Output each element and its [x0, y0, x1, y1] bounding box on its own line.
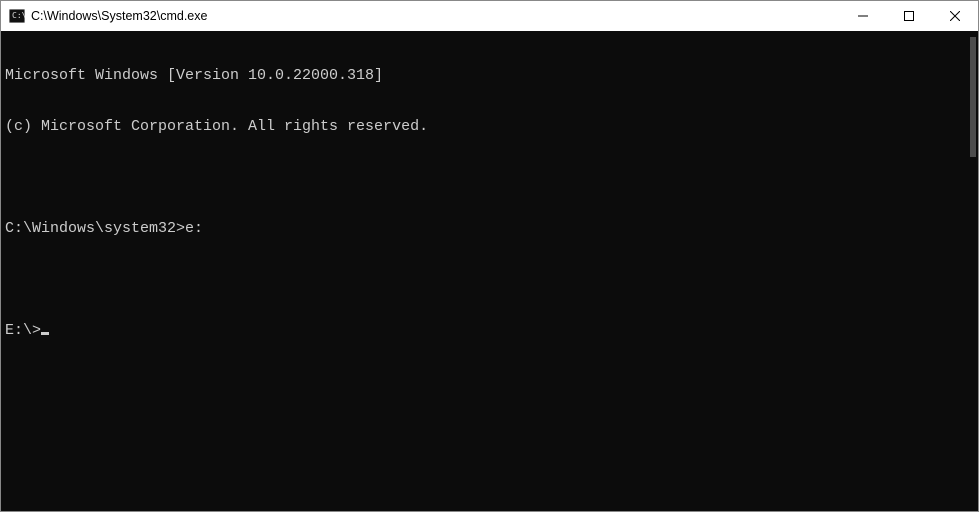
terminal-line: Microsoft Windows [Version 10.0.22000.31…: [5, 67, 960, 84]
window-title: C:\Windows\System32\cmd.exe: [31, 9, 207, 23]
vertical-scrollbar[interactable]: [964, 31, 978, 511]
minimize-button[interactable]: [840, 1, 886, 31]
cmd-window: C:\ C:\Windows\System32\cmd.exe: [0, 0, 979, 512]
minimize-icon: [858, 11, 868, 21]
terminal-line: (c) Microsoft Corporation. All rights re…: [5, 118, 960, 135]
close-icon: [950, 11, 960, 21]
terminal-line: [5, 169, 960, 186]
close-button[interactable]: [932, 1, 978, 31]
titlebar[interactable]: C:\ C:\Windows\System32\cmd.exe: [1, 1, 978, 31]
terminal-line: [5, 271, 960, 288]
terminal-cursor: [41, 332, 49, 335]
terminal-prompt: E:\>: [5, 322, 41, 339]
terminal-area: Microsoft Windows [Version 10.0.22000.31…: [1, 31, 978, 511]
maximize-button[interactable]: [886, 1, 932, 31]
terminal-prompt-line: E:\>: [5, 322, 960, 339]
scrollbar-thumb[interactable]: [970, 37, 976, 157]
terminal-line: C:\Windows\system32>e:: [5, 220, 960, 237]
svg-text:C:\: C:\: [12, 11, 25, 20]
terminal-output[interactable]: Microsoft Windows [Version 10.0.22000.31…: [1, 31, 964, 511]
cmd-icon: C:\: [9, 8, 25, 24]
maximize-icon: [904, 11, 914, 21]
window-controls: [840, 1, 978, 31]
